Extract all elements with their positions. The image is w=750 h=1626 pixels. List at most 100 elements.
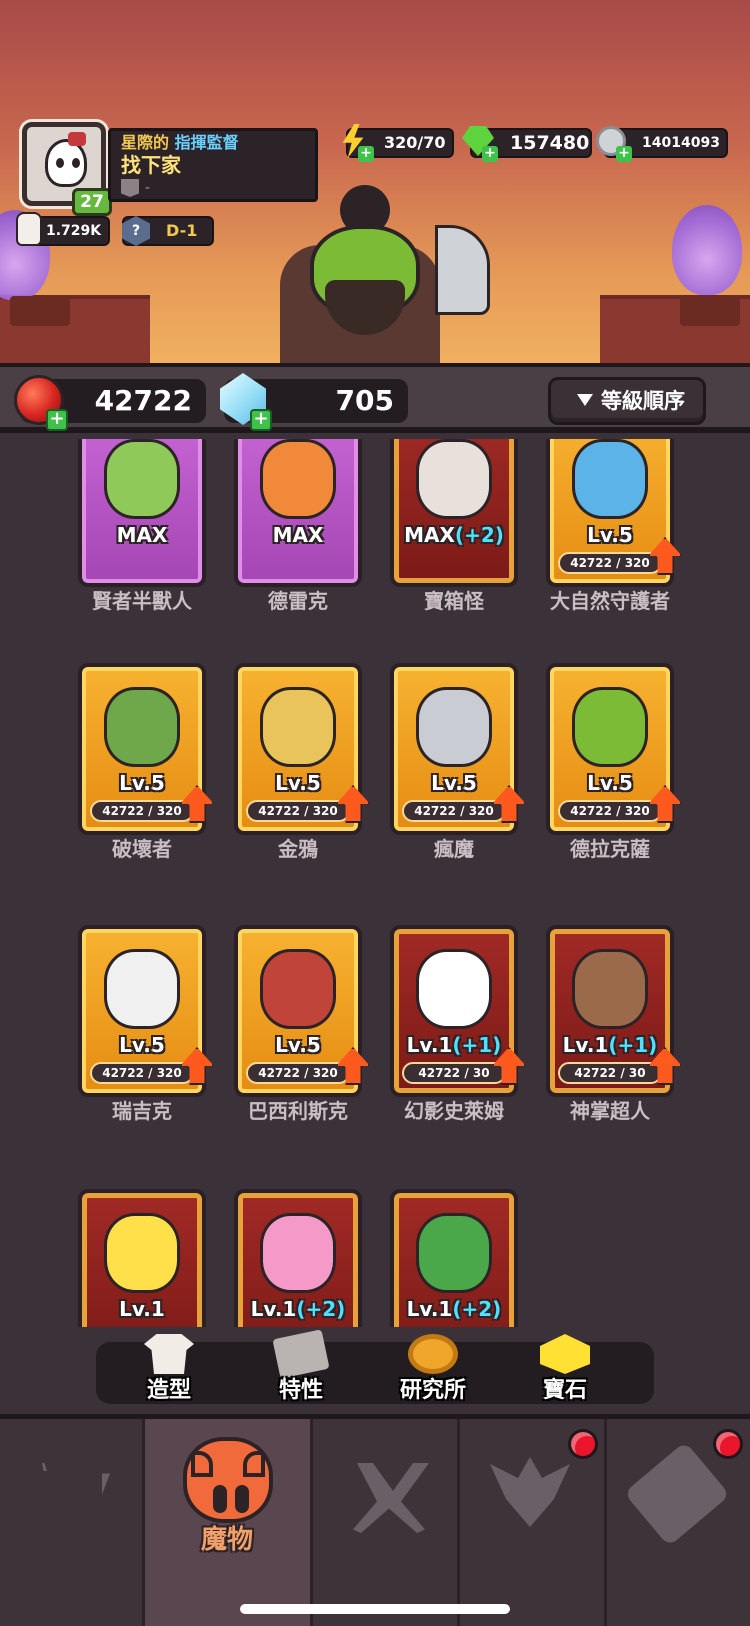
add-red-orb-icon[interactable]: + <box>46 409 68 431</box>
level-text: Lv.1 <box>119 1297 165 1321</box>
coin-counter[interactable]: + 14014093 <box>596 126 728 162</box>
monster-card[interactable]: Lv.5 42722 / 320 <box>78 663 214 835</box>
level-text: Lv.5 <box>431 771 477 795</box>
red-orb-value: 42722 <box>94 384 192 417</box>
monster-card[interactable]: MAX <box>234 439 362 587</box>
monster-portrait <box>260 687 336 767</box>
add-coin-icon[interactable]: + <box>616 146 632 162</box>
tab-gems[interactable]: 寶石 <box>510 1334 620 1404</box>
level-bonus-text: (+2) <box>454 523 504 547</box>
monster-card[interactable]: Lv.1(+2) <box>234 1189 362 1327</box>
tab-label: 研究所 <box>399 1378 466 1403</box>
crystal-counter[interactable]: + 705 <box>220 373 408 431</box>
level-text: MAX <box>116 523 168 547</box>
brazier <box>680 296 740 326</box>
gear-icon <box>408 1334 458 1374</box>
add-gem-icon[interactable]: + <box>482 146 498 162</box>
level-text: Lv.1 <box>250 1297 297 1321</box>
energy-counter[interactable]: + 320/70 <box>342 124 454 162</box>
monster-level: Lv.5 <box>238 1033 358 1057</box>
monster-card[interactable]: Lv.5 42722 / 320 <box>546 663 682 835</box>
level-text: Lv.5 <box>587 771 633 795</box>
player-name-panel[interactable]: 星際的 指揮監督 找下家 - <box>108 128 318 202</box>
guild-name: - <box>145 180 151 196</box>
player-name: 找下家 <box>121 153 181 177</box>
level-text: MAX <box>272 523 324 547</box>
monster-portrait <box>104 949 180 1029</box>
nav-monster[interactable]: 魔物 <box>145 1419 313 1626</box>
add-crystal-icon[interactable]: + <box>250 409 272 431</box>
monster-portrait <box>104 687 180 767</box>
monster-card[interactable]: Lv.1 <box>78 1189 206 1327</box>
tab-label: 造型 <box>146 1378 191 1403</box>
monster-name: 德雷克 <box>268 589 328 613</box>
monster-name: 賢者半獸人 <box>92 589 192 613</box>
guild-row: - <box>121 179 305 197</box>
monster-portrait <box>104 1213 180 1293</box>
sub-tab-bar: 造型 特性 研究所 寶石 <box>96 1329 654 1404</box>
monster-level: Lv.5 <box>238 771 358 795</box>
coin-value: 14014093 <box>642 135 720 151</box>
title-prefix: 星際的 <box>121 133 170 152</box>
monster-level: Lv.1(+1) <box>550 1033 670 1057</box>
monster-name: 巴西利斯克 <box>248 1099 348 1123</box>
monster-portrait <box>260 1213 336 1293</box>
red-orb-counter[interactable]: + 42722 <box>14 375 206 431</box>
monster-card[interactable]: Lv.1(+2) <box>390 1189 518 1327</box>
monster-portrait <box>416 949 492 1029</box>
nav-shop[interactable] <box>0 1419 145 1626</box>
monster-name: 神掌超人 <box>570 1099 650 1123</box>
currency-bar: + 42722 + 705 等級順序 <box>0 363 750 433</box>
monster-portrait <box>260 439 336 519</box>
tab-lab[interactable]: 研究所 <box>378 1334 488 1404</box>
likes-value: 1.729K <box>46 223 102 239</box>
gem-counter[interactable]: + 157480 <box>462 126 592 162</box>
upgrade-progress: 42722 / 30 <box>402 1062 506 1084</box>
upgrade-progress: 42722 / 320 <box>90 800 194 822</box>
monster-card[interactable]: Lv.1(+1) 42722 / 30 <box>546 925 682 1097</box>
monster-card[interactable]: MAX <box>78 439 206 587</box>
tab-traits[interactable]: 特性 <box>246 1329 356 1404</box>
monster-level: Lv.1(+1) <box>394 1033 514 1057</box>
home-indicator <box>240 1604 510 1614</box>
monster-card[interactable]: Lv.5 42722 / 320 <box>78 925 214 1097</box>
level-text: Lv.5 <box>119 771 165 795</box>
monster-name: 幻影史萊姆 <box>404 1099 504 1123</box>
upgrade-progress: 42722 / 320 <box>90 1062 194 1084</box>
monster-name: 瑞吉克 <box>112 1099 172 1123</box>
monster-portrait <box>104 439 180 519</box>
monster-level: Lv.1(+2) <box>394 1297 514 1321</box>
level-text: Lv.5 <box>119 1033 165 1057</box>
add-energy-icon[interactable]: + <box>358 146 374 162</box>
crystal-value: 705 <box>335 384 394 417</box>
sort-label: 等級順序 <box>601 389 685 413</box>
sort-button[interactable]: 等級順序 <box>548 377 706 425</box>
monster-name: 破壞者 <box>112 837 172 861</box>
brazier <box>10 296 70 326</box>
energy-value: 320/70 <box>384 133 446 152</box>
level-text: Lv.1 <box>406 1033 453 1057</box>
monster-portrait <box>572 949 648 1029</box>
monster-face-icon <box>183 1437 273 1523</box>
monster-card[interactable]: Lv.5 42722 / 320 <box>234 925 370 1097</box>
monster-card[interactable]: MAX(+2) <box>390 439 518 587</box>
gem-value: 157480 <box>510 132 590 154</box>
shopping-cart-icon <box>30 1463 110 1505</box>
featured-monster-orc[interactable] <box>230 185 490 365</box>
monster-level: MAX(+2) <box>394 523 514 547</box>
upgrade-progress: 42722 / 320 <box>246 1062 350 1084</box>
player-title: 星際的 指揮監督 <box>121 133 305 153</box>
monster-card[interactable]: Lv.5 42722 / 320 <box>546 439 682 587</box>
nav-battle[interactable] <box>313 1419 460 1626</box>
rank-badge[interactable]: ? D-1 <box>122 216 214 246</box>
likes-counter[interactable]: 1.729K <box>16 212 110 246</box>
monster-portrait <box>572 687 648 767</box>
monster-card[interactable]: Lv.5 42722 / 320 <box>390 663 526 835</box>
nav-ticket[interactable] <box>607 1419 750 1626</box>
tab-costume[interactable]: 造型 <box>114 1334 224 1404</box>
nav-rank[interactable] <box>460 1419 607 1626</box>
monster-card[interactable]: Lv.1(+1) 42722 / 30 <box>390 925 526 1097</box>
monster-portrait <box>572 439 648 519</box>
monster-card[interactable]: Lv.5 42722 / 320 <box>234 663 370 835</box>
rank-wings-icon <box>490 1457 570 1527</box>
